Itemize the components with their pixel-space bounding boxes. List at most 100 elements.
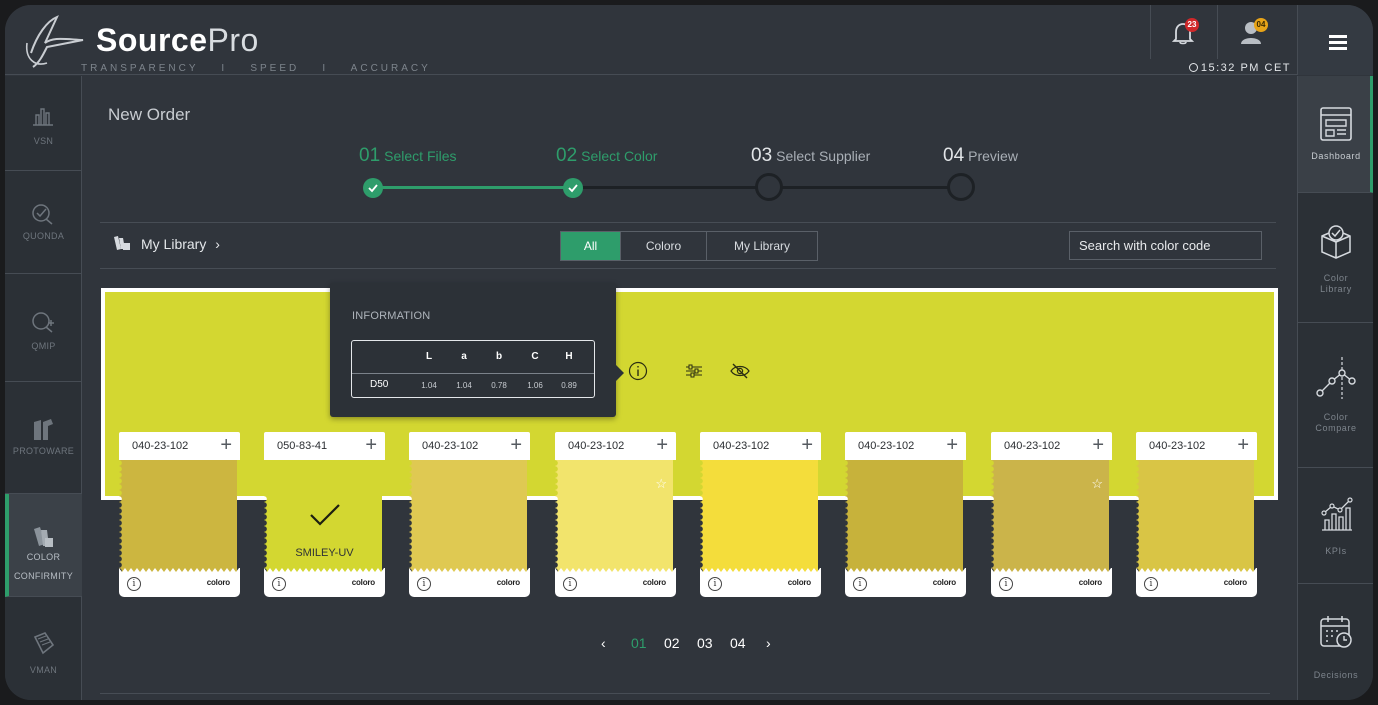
info-icon[interactable]: i [1144,577,1158,591]
nav-item-quonda[interactable]: QUONDA [5,171,82,274]
step-done-check-icon [563,178,583,198]
color-card[interactable]: 040-23-102 + i coloro [1136,432,1257,597]
color-swatch[interactable] [409,460,530,572]
value-l: 1.04 [421,381,437,390]
nav-item-color-library[interactable]: Color Library [1298,193,1373,323]
nav-item-vsn[interactable]: VSN [5,76,82,171]
info-icon[interactable]: i [708,577,722,591]
color-code: 040-23-102 [422,440,479,452]
add-color-button[interactable]: + [510,435,522,455]
add-color-button[interactable]: + [1092,435,1104,455]
nav-item-dashboard[interactable]: Dashboard [1298,76,1373,193]
notifications-button[interactable]: 23 [1150,5,1210,59]
box-check-icon [1321,225,1351,259]
color-card[interactable]: 040-23-102 + i coloro [700,432,821,597]
value-c: 1.06 [527,381,543,390]
step-select-files[interactable]: 01 Select Files [359,145,457,167]
quality-check-icon [32,204,53,225]
nav-label: PROTOWARE [12,446,75,456]
color-card[interactable]: 040-23-102 + i coloro [845,432,966,597]
breadcrumb[interactable]: My Library › [141,236,220,252]
color-code-search-input[interactable] [1069,231,1262,260]
color-swatch[interactable] [700,460,821,572]
color-information-popover: INFORMATION L a b C H D50 1.04 1.04 0.78… [330,283,624,417]
filter-my-library[interactable]: My Library [707,232,817,260]
info-icon[interactable]: i [417,577,431,591]
prev-page-button[interactable]: ‹ [601,635,606,651]
color-card[interactable]: 040-23-102 + i coloro [409,432,530,597]
step-pending-dot [755,173,783,201]
calendar-clock-icon [1320,616,1352,648]
info-icon[interactable]: i [127,577,141,591]
color-swatch-icon [34,527,53,547]
page-button[interactable]: 03 [697,635,713,651]
nav-item-vman[interactable]: VMAN [5,597,82,700]
page-button[interactable]: 01 [631,635,647,651]
nav-item-color-compare[interactable]: Color Compare [1298,323,1373,468]
clock-icon [1188,63,1198,72]
col-h: H [565,351,573,362]
user-button[interactable]: 04 [1217,5,1277,59]
illuminant-label: D50 [370,379,389,390]
col-b: b [495,351,503,362]
add-color-button[interactable]: + [801,435,813,455]
coloro-logo: coloro [206,578,230,587]
coloro-logo: coloro [496,578,520,587]
color-card[interactable]: 050-83-41 + SMILEY-UV i coloro [264,432,385,597]
step-connector [567,186,767,189]
step-preview[interactable]: 04 Preview [943,145,1018,167]
step-select-supplier[interactable]: 03 Select Supplier [751,145,870,167]
order-stepper: 01 Select Files 02 Select Color 03 Select S… [355,145,1055,205]
kpi-chart-icon [1321,497,1353,531]
color-card[interactable]: 040-23-102 + ☆ i coloro [555,432,676,597]
info-icon[interactable]: i [999,577,1013,591]
card-footer: i coloro [991,572,1112,597]
nav-label-line2: Library [1320,284,1352,294]
info-icon[interactable]: i [563,577,577,591]
info-icon[interactable] [627,360,649,382]
adjust-sliders-icon[interactable] [683,360,705,382]
hamburger-menu-button[interactable] [1297,5,1373,75]
page-button[interactable]: 02 [664,635,680,651]
nav-item-color-confirmity[interactable]: COLOR CONFIRMITY [5,494,82,597]
step-select-color[interactable]: 02 Select Color [556,145,657,167]
add-color-button[interactable]: + [365,435,377,455]
color-card[interactable]: 040-23-102 + i coloro [119,432,240,597]
nav-label: Dashboard [1311,151,1361,161]
coloro-logo: coloro [351,578,375,587]
add-color-button[interactable]: + [220,435,232,455]
nav-item-kpis[interactable]: KPIs [1298,468,1373,584]
favorite-star-icon[interactable]: ☆ [1091,476,1103,492]
step-done-check-icon [363,178,383,198]
color-code: 040-23-102 [1149,440,1206,452]
add-color-button[interactable]: + [656,435,668,455]
color-code: 040-23-102 [132,440,189,452]
add-color-button[interactable]: + [946,435,958,455]
card-footer: i coloro [1136,572,1257,597]
card-footer: i coloro [555,572,676,597]
step-connector [767,186,959,189]
next-page-button[interactable]: › [766,635,771,651]
nav-item-protoware[interactable]: PROTOWARE [5,382,82,494]
nav-label: VSN [33,136,54,146]
card-header: 040-23-102 + [555,432,676,460]
info-icon[interactable]: i [272,577,286,591]
card-header: 040-23-102 + [1136,432,1257,460]
hide-eye-icon[interactable] [729,360,751,382]
nav-item-decisions[interactable]: Decisions [1298,584,1373,700]
color-swatch[interactable] [119,460,240,572]
color-card[interactable]: 040-23-102 + ☆ i coloro [991,432,1112,597]
add-color-button[interactable]: + [1237,435,1249,455]
color-swatch[interactable] [845,460,966,572]
nav-label: QUONDA [22,231,65,241]
favorite-star-icon[interactable]: ☆ [655,476,667,492]
info-icon[interactable]: i [853,577,867,591]
filter-coloro[interactable]: Coloro [621,232,707,260]
color-swatch[interactable] [1136,460,1257,572]
nav-item-qmip[interactable]: QMIP [5,274,82,382]
nav-label: COLOR [26,552,61,562]
card-header: 040-23-102 + [845,432,966,460]
card-footer: i coloro [409,572,530,597]
page-button[interactable]: 04 [730,635,746,651]
filter-all[interactable]: All [561,232,621,260]
